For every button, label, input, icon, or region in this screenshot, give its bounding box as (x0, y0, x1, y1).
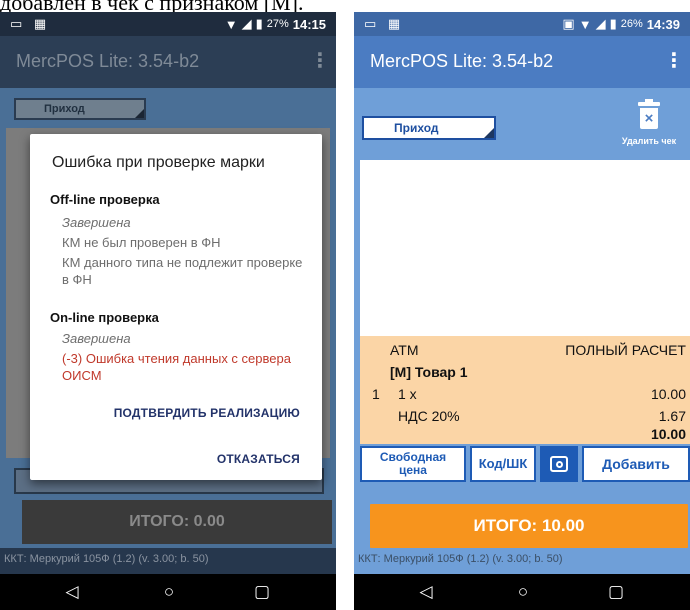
vat-amount: 1.67 (658, 408, 686, 424)
back-icon[interactable]: ◁ (62, 582, 82, 602)
online-check-header: On-line проверка (50, 310, 159, 325)
free-price-button[interactable]: Свободная цена (360, 446, 466, 482)
offline-check-line2: КМ данного типа не подлежит проверке в Ф… (62, 255, 303, 287)
battery-percent: 27% (266, 18, 289, 30)
app-bar: MercPOS Lite: 3.54-b2 ⋮ (354, 36, 690, 88)
battery-percent: 26% (620, 18, 643, 30)
kkt-status: ККТ: Меркурий 105Ф (1.2) (v. 3.00; b. 50… (354, 548, 690, 574)
camera-scan-button[interactable] (540, 446, 578, 482)
doc-type-label: Приход (44, 103, 85, 115)
recent-apps-icon[interactable]: ▢ (252, 582, 272, 602)
doc-type-label: Приход (394, 121, 439, 135)
dropdown-corner-icon (135, 109, 144, 118)
nfc-icon: ▣ (562, 16, 575, 31)
item-index: 1 (372, 386, 380, 402)
action-buttons: Свободная цена Код/ШК Добавить (360, 446, 690, 482)
offline-check-line1: КМ не был проверен в ФН (62, 235, 221, 250)
status-indicators: ▣ ▼ ◢ ▮ 26% 14:39 (562, 16, 680, 32)
online-check-status: Завершена (62, 331, 131, 346)
signal-icon: ◢ (595, 16, 606, 31)
battery-icon: ▮ (255, 16, 263, 31)
doc-type-selector[interactable]: Приход (14, 98, 146, 120)
status-bar: ▭ ▦ ▣ ▼ ◢ ▮ 26% 14:39 (354, 12, 690, 36)
app-bar: MercPOS Lite: 3.54-b2 ⋮ (0, 36, 336, 88)
recent-apps-icon[interactable]: ▢ (606, 582, 626, 602)
clock: 14:15 (292, 16, 326, 32)
back-icon[interactable]: ◁ (416, 582, 436, 602)
offline-check-header: Off-line проверка (50, 192, 160, 207)
camera-icon (550, 456, 568, 472)
signal-icon: ◢ (241, 16, 252, 31)
online-check-error: (-3) Ошибка чтения данных с сервера ОИСМ (62, 351, 291, 383)
wifi-icon: ▼ (578, 16, 592, 32)
main-content: Приход × Удалить чек ATM ПОЛНЫЙ РАСЧЕТ [… (354, 88, 690, 548)
overflow-menu-icon[interactable]: ⋮ (664, 48, 684, 74)
item-qty: 1 х (398, 386, 417, 402)
notification-icons: ▭ ▦ (364, 16, 405, 31)
nav-bar: ◁ ○ ▢ (354, 574, 690, 610)
delete-receipt-label: Удалить чек (621, 136, 677, 146)
doc-type-selector[interactable]: Приход (362, 116, 496, 140)
decline-button[interactable]: ОТКАЗАТЬСЯ (217, 452, 300, 466)
kkt-status: ККТ: Меркурий 105Ф (1.2) (v. 3.00; b. 50… (0, 548, 336, 574)
battery-icon: ▮ (609, 16, 617, 31)
dialog-title: Ошибка при проверке марки (52, 154, 265, 171)
delete-receipt-button[interactable]: × Удалить чек (614, 99, 684, 150)
free-price-label-2: цена (399, 463, 427, 477)
add-button[interactable]: Добавить (582, 446, 690, 482)
item-name: [М] Товар 1 (390, 364, 468, 380)
total-button[interactable]: ИТОГО: 0.00 (22, 500, 332, 544)
status-indicators: ▼ ◢ ▮ 27% 14:15 (225, 16, 326, 32)
mark-check-error-dialog: Ошибка при проверке марки Off-line прове… (30, 134, 322, 480)
home-icon[interactable]: ○ (159, 582, 179, 602)
confirm-sale-button[interactable]: ПОДТВЕРДИТЬ РЕАЛИЗАЦИЮ (114, 406, 300, 420)
wifi-icon: ▼ (224, 16, 238, 32)
phone-screen-left: ▭ ▦ ▼ ◢ ▮ 27% 14:15 MercPOS Lite: 3.54-b… (0, 12, 336, 610)
notification-icons: ▭ ▦ (10, 16, 51, 31)
item-price: 10.00 (650, 386, 686, 402)
item-sum: 10.00 (650, 426, 686, 442)
receipt-item[interactable]: ATM ПОЛНЫЙ РАСЧЕТ [М] Товар 1 1 1 х 10.0… (360, 336, 690, 444)
status-bar: ▭ ▦ ▼ ◢ ▮ 27% 14:15 (0, 12, 336, 36)
vat-label: НДС 20% (398, 408, 460, 424)
payment-type: ПОЛНЫЙ РАСЧЕТ (565, 342, 686, 358)
atm-label: ATM (390, 342, 419, 358)
app-title: MercPOS Lite: 3.54-b2 (16, 51, 200, 71)
code-barcode-button[interactable]: Код/ШК (470, 446, 536, 482)
overflow-menu-icon[interactable]: ⋮ (310, 48, 330, 74)
dropdown-corner-icon (484, 128, 494, 138)
clock: 14:39 (646, 16, 680, 32)
phone-screen-right: ▭ ▦ ▣ ▼ ◢ ▮ 26% 14:39 MercPOS Lite: 3.54… (354, 12, 690, 610)
receipt-area (360, 160, 690, 336)
nav-bar: ◁ ○ ▢ (0, 574, 336, 610)
trash-icon: × (638, 99, 660, 130)
offline-check-status: Завершена (62, 215, 131, 230)
app-title: MercPOS Lite: 3.54-b2 (370, 51, 554, 71)
home-icon[interactable]: ○ (513, 582, 533, 602)
caption-text: добавлен в чек с признаком [М]. (0, 0, 690, 12)
total-button[interactable]: ИТОГО: 10.00 (370, 504, 688, 548)
